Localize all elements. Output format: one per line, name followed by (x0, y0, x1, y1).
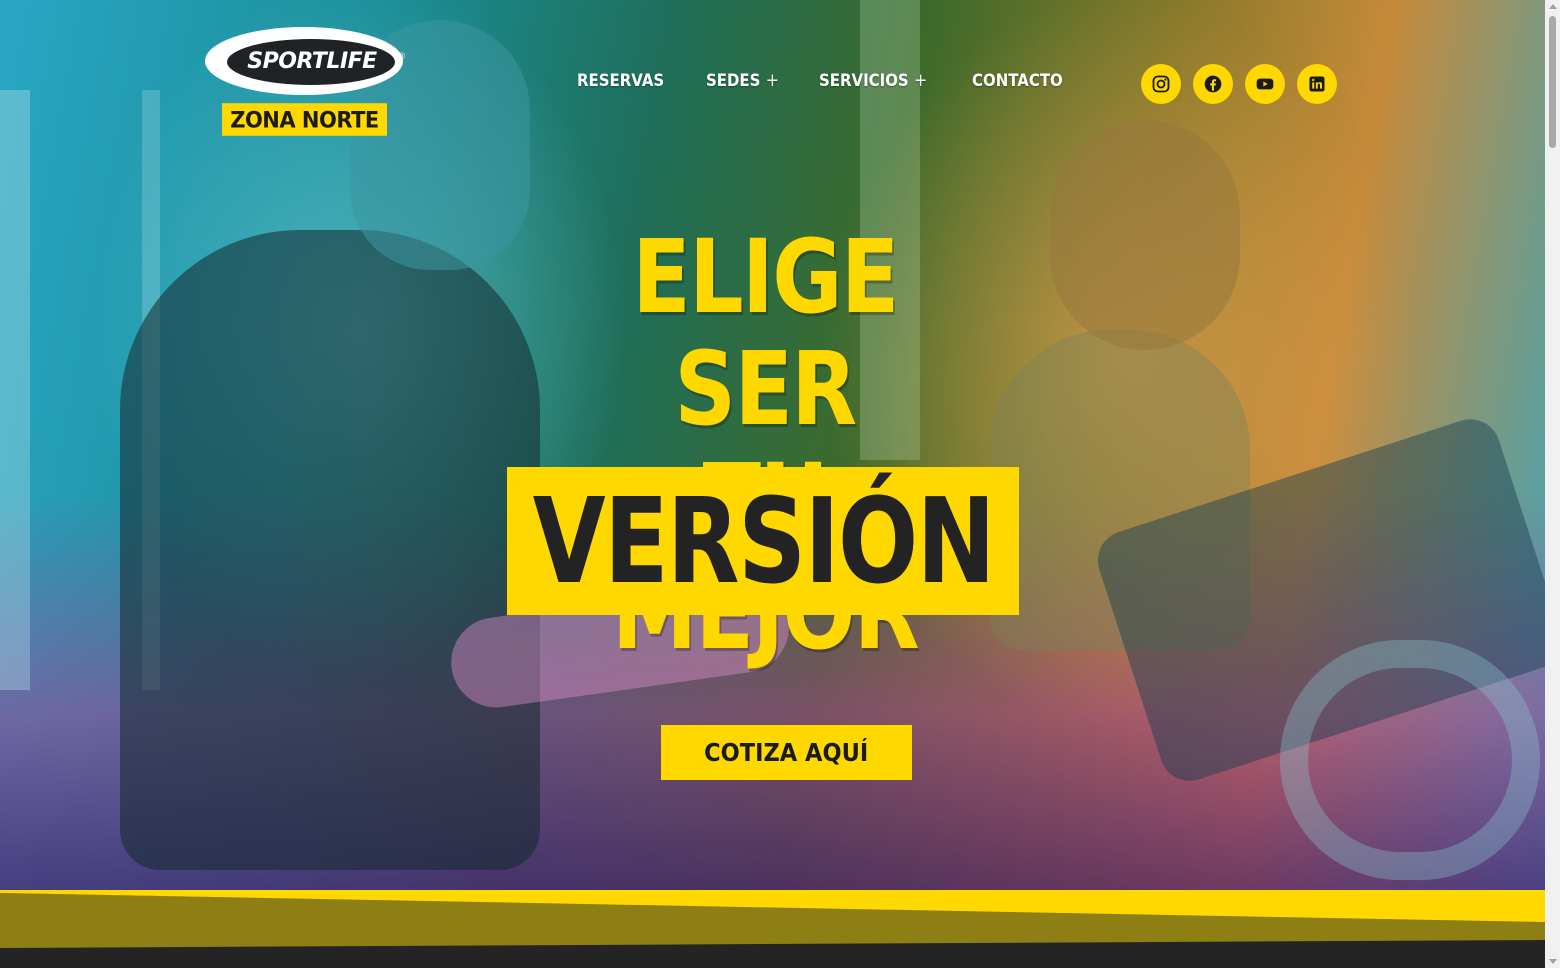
social-links (1141, 64, 1337, 104)
facebook-icon (1204, 75, 1222, 93)
hero-image-woman-head (1050, 120, 1240, 350)
linkedin-icon (1309, 76, 1325, 92)
logo-registered-mark: ® (398, 51, 405, 61)
plus-icon: + (913, 70, 928, 91)
logo-oval: SPORTLIFE (205, 27, 403, 95)
nav-item-label: SERVICIOS (818, 70, 909, 91)
instagram-icon (1152, 75, 1170, 93)
nav-item-label: CONTACTO (972, 70, 1063, 91)
instagram-button[interactable] (1141, 64, 1181, 104)
linkedin-button[interactable] (1297, 64, 1337, 104)
page-scrollbar[interactable] (1545, 0, 1560, 968)
headline-line-3: VERSIÓN (532, 472, 995, 610)
headline-highlight-box: VERSIÓN (507, 467, 1019, 615)
cotiza-button[interactable]: COTIZA AQUÍ (661, 725, 912, 780)
hero-headline: ELIGE SER TU MEJOR VERSIÓN (505, 222, 1025, 670)
hero-image-man (120, 230, 540, 870)
scroll-up-arrow-icon[interactable] (1549, 4, 1557, 9)
nav-item-contacto[interactable]: CONTACTO (972, 70, 1063, 91)
headline-line-1: ELIGE SER (632, 218, 899, 449)
main-nav: RESERVAS SEDES + SERVICIOS + CONTACTO (577, 70, 1075, 91)
plus-icon: + (765, 70, 780, 91)
scroll-thumb[interactable] (1549, 16, 1556, 148)
divider-stripes (0, 890, 1545, 950)
hero-banner: SPORTLIFE ® ZONA NORTE RESERVAS SEDES + … (0, 0, 1545, 893)
nav-item-reservas[interactable]: RESERVAS (577, 70, 664, 91)
facebook-button[interactable] (1193, 64, 1233, 104)
nav-item-servicios[interactable]: SERVICIOS + (819, 70, 927, 91)
scroll-down-arrow-icon[interactable] (1549, 959, 1557, 964)
nav-item-sedes[interactable]: SEDES + (706, 70, 779, 91)
logo-text: SPORTLIFE (247, 48, 377, 74)
nav-item-label: SEDES (706, 70, 761, 91)
section-divider (0, 890, 1545, 968)
nav-item-label: RESERVAS (577, 70, 665, 91)
youtube-button[interactable] (1245, 64, 1285, 104)
site-logo[interactable]: SPORTLIFE ® ZONA NORTE (205, 27, 405, 137)
zone-badge: ZONA NORTE (222, 103, 387, 136)
elliptical-wheel (1280, 640, 1540, 880)
youtube-icon (1256, 78, 1274, 90)
cta-label: COTIZA AQUÍ (704, 738, 869, 767)
